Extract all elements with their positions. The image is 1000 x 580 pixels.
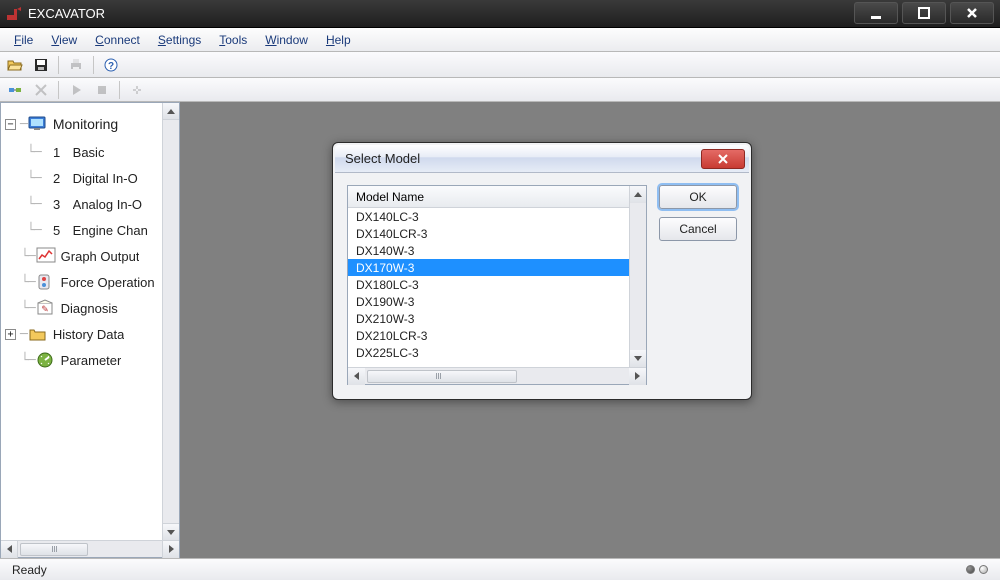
monitor-icon (27, 115, 49, 133)
scroll-right-icon[interactable] (162, 541, 179, 558)
status-led-2 (979, 565, 988, 574)
tree-item-icon (35, 247, 57, 265)
menu-tools[interactable]: Tools (211, 30, 255, 50)
scroll-thumb[interactable] (20, 543, 88, 556)
menu-help[interactable]: Help (318, 30, 359, 50)
scroll-down-icon[interactable] (163, 523, 179, 540)
scroll-right-icon[interactable] (629, 368, 646, 385)
menu-window[interactable]: Window (257, 30, 316, 50)
list-scrollbar-horizontal[interactable] (348, 367, 646, 384)
svg-text:✎: ✎ (41, 304, 49, 314)
tree-child-label: Analog In-O (73, 197, 142, 212)
print-icon[interactable] (65, 54, 87, 76)
tree-child[interactable]: └─1Basic (5, 139, 179, 165)
menu-settings[interactable]: Settings (150, 30, 209, 50)
tree-child-number: 5 (41, 223, 73, 238)
tree-item-icon (35, 273, 57, 291)
tree-item-icon (27, 325, 49, 343)
list-row[interactable]: DX210LCR-3 (348, 327, 646, 344)
scroll-left-icon[interactable] (1, 541, 18, 558)
open-icon[interactable] (4, 54, 26, 76)
disconnect-icon[interactable] (30, 79, 52, 101)
list-scrollbar-vertical[interactable] (629, 186, 646, 367)
window-controls (854, 0, 1000, 27)
tree-child[interactable]: └─5Engine Chan (5, 217, 179, 243)
tree-item[interactable]: └─Parameter (5, 347, 179, 373)
list-row[interactable]: DX140LC-3 (348, 208, 646, 225)
status-text: Ready (12, 563, 47, 577)
close-button[interactable] (950, 2, 994, 24)
menu-connect[interactable]: Connect (87, 30, 148, 50)
window-title: EXCAVATOR (28, 6, 854, 21)
app-icon (6, 6, 22, 22)
scroll-up-icon[interactable] (163, 103, 179, 120)
list-row[interactable]: DX180LC-3 (348, 276, 646, 293)
dialog-close-button[interactable] (701, 149, 745, 169)
list-row[interactable]: DX225LC-3 (348, 344, 646, 361)
tree-item-label: History Data (53, 327, 125, 342)
ok-button[interactable]: OK (659, 185, 737, 209)
connect-icon[interactable] (4, 79, 26, 101)
status-indicators (966, 565, 988, 574)
list-row[interactable]: DX170W-3 (348, 259, 646, 276)
scroll-up-icon[interactable] (630, 186, 646, 203)
tree-child-label: Digital In-O (73, 171, 138, 186)
tree-item[interactable]: └─Graph Output (5, 243, 179, 269)
menu-file[interactable]: File (6, 30, 41, 50)
tree-item[interactable]: └─Force Operation (5, 269, 179, 295)
tree-item-label: Force Operation (61, 275, 155, 290)
list-row[interactable]: DX140LCR-3 (348, 225, 646, 242)
tree-item-icon (35, 351, 57, 369)
stop-icon[interactable] (91, 79, 113, 101)
tree-child-label: Engine Chan (73, 223, 148, 238)
toolbar-secondary (0, 78, 1000, 102)
statusbar: Ready (0, 558, 1000, 580)
tree-root-monitoring[interactable]: − ─ Monitoring (5, 109, 179, 139)
dialog-titlebar[interactable]: Select Model (335, 145, 749, 173)
cancel-button[interactable]: Cancel (659, 217, 737, 241)
tree-child-number: 3 (41, 197, 73, 212)
tree-child[interactable]: └─3Analog In-O (5, 191, 179, 217)
tree-item[interactable]: └─✎Diagnosis (5, 295, 179, 321)
tree-child-label: Basic (73, 145, 105, 160)
tree-item-icon: ✎ (35, 299, 57, 317)
status-led-1 (966, 565, 975, 574)
list-row[interactable]: DX140W-3 (348, 242, 646, 259)
tree-child-number: 2 (41, 171, 73, 186)
maximize-button[interactable] (902, 2, 946, 24)
svg-text:?: ? (108, 61, 114, 72)
expand-icon[interactable]: + (5, 329, 16, 340)
list-row[interactable]: DX190W-3 (348, 293, 646, 310)
minimize-button[interactable] (854, 2, 898, 24)
titlebar: EXCAVATOR (0, 0, 1000, 28)
tree-child[interactable]: └─2Digital In-O (5, 165, 179, 191)
collapse-icon[interactable]: − (5, 119, 16, 130)
menubar: File View Connect Settings Tools Window … (0, 28, 1000, 52)
list-row[interactable]: DX210W-3 (348, 310, 646, 327)
menu-view[interactable]: View (43, 30, 85, 50)
tree-panel: − ─ Monitoring └─1Basic└─2Digital In-O└─… (0, 102, 180, 558)
help-icon[interactable]: ? (100, 54, 122, 76)
tree-scrollbar-horizontal[interactable] (1, 540, 179, 557)
tree-child-number: 1 (41, 145, 73, 160)
select-model-dialog: Select Model Model Name DX140LC-3DX140LC… (332, 142, 752, 400)
scroll-down-icon[interactable] (630, 350, 646, 367)
tree-item[interactable]: +─History Data (5, 321, 179, 347)
tree-scrollbar-vertical[interactable] (162, 103, 179, 540)
scroll-left-icon[interactable] (348, 368, 365, 385)
column-model-name[interactable]: Model Name (348, 186, 646, 207)
tree-item-label: Parameter (61, 353, 122, 368)
options-icon[interactable] (126, 79, 148, 101)
list-header[interactable]: Model Name (348, 186, 646, 208)
model-listbox[interactable]: Model Name DX140LC-3DX140LCR-3DX140W-3DX… (347, 185, 647, 385)
save-icon[interactable] (30, 54, 52, 76)
scroll-thumb[interactable] (367, 370, 517, 383)
toolbar-main: ? (0, 52, 1000, 78)
dialog-title-text: Select Model (345, 151, 420, 166)
tree-item-label: Graph Output (61, 249, 140, 264)
play-icon[interactable] (65, 79, 87, 101)
tree-item-label: Diagnosis (61, 301, 118, 316)
